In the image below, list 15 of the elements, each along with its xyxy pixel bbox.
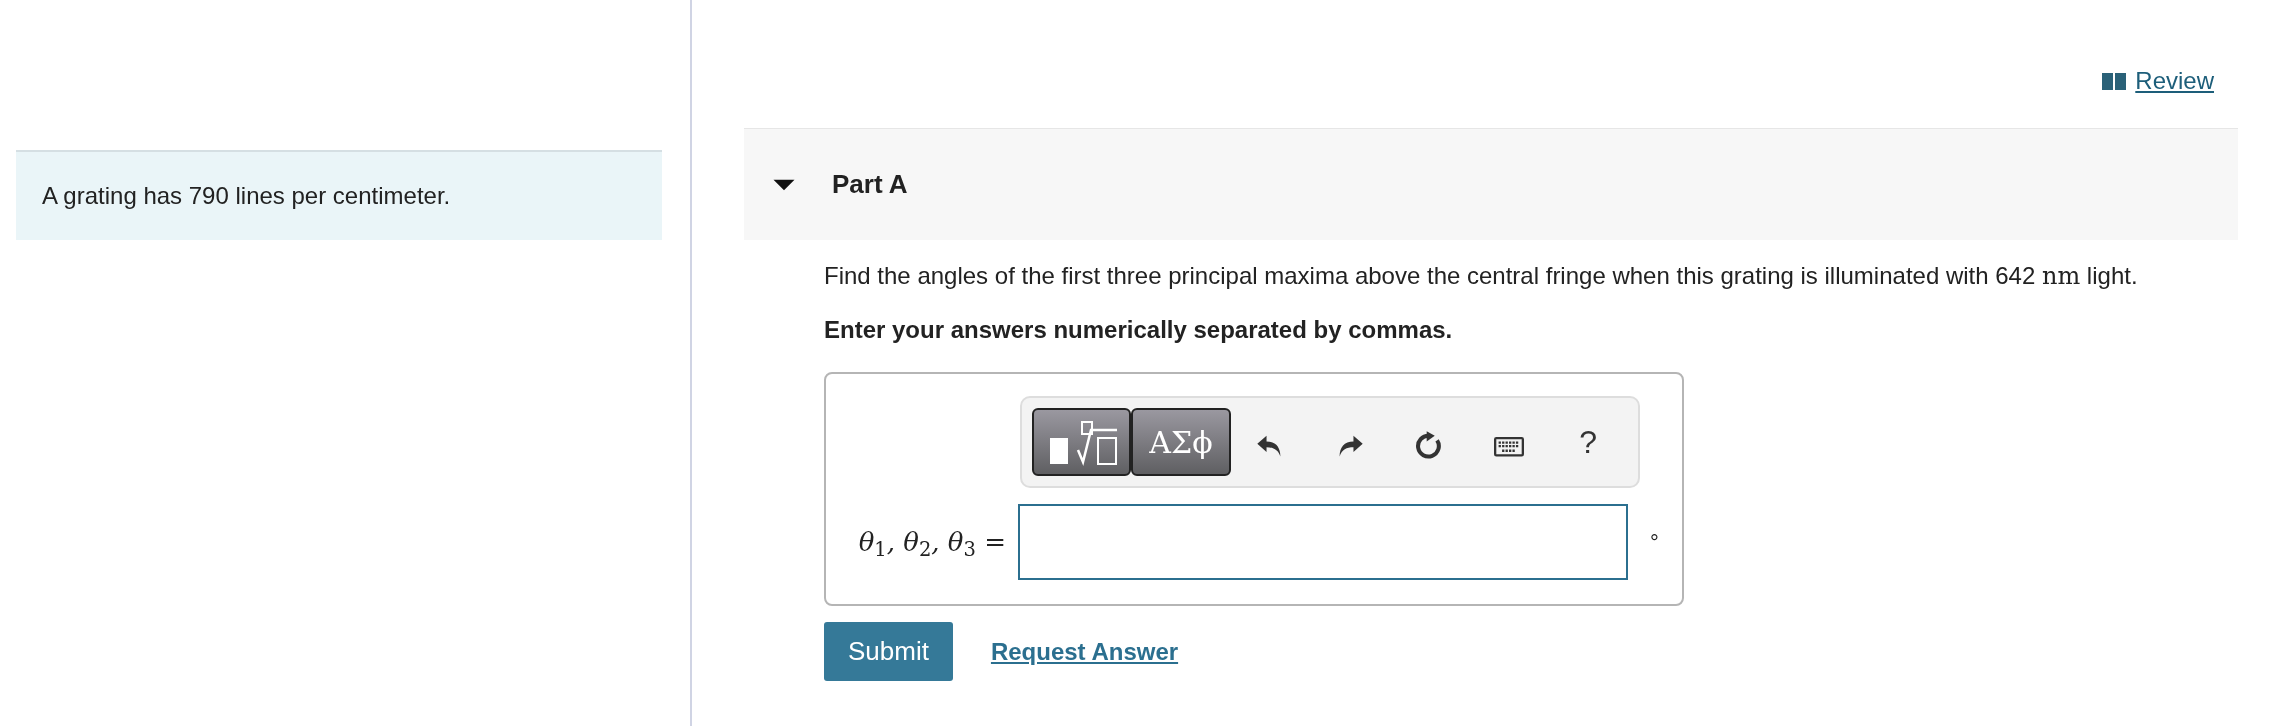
unit-text: °	[1650, 528, 1659, 557]
review-link[interactable]: Review	[2101, 34, 2214, 128]
submit-button[interactable]: Submit	[824, 622, 953, 682]
question-text: Find the angles of the first three principal maxima above the central fringe when this grating is illuminated with 642 nm light.	[824, 261, 2139, 292]
answer-label: θ$_{1}$, θ$_{2}$, θ$_{3}$ =	[857, 525, 1006, 562]
part-title: Part A	[832, 168, 908, 201]
instruction-text: Enter your answers numerically separated by commas.	[824, 315, 1454, 346]
problem-statement: A grating has 790 lines per centimeter.	[16, 150, 662, 240]
help-button[interactable]: ?	[1548, 412, 1628, 473]
answer-field[interactable]	[1018, 504, 1628, 581]
symbols-button[interactable]: ΑΣϕ	[1131, 408, 1231, 477]
collapse-caret-icon[interactable]	[772, 177, 796, 192]
request-answer-link[interactable]: Request Answer	[990, 633, 1179, 670]
templates-button[interactable]	[1032, 408, 1132, 477]
book-icon	[2101, 71, 2128, 91]
